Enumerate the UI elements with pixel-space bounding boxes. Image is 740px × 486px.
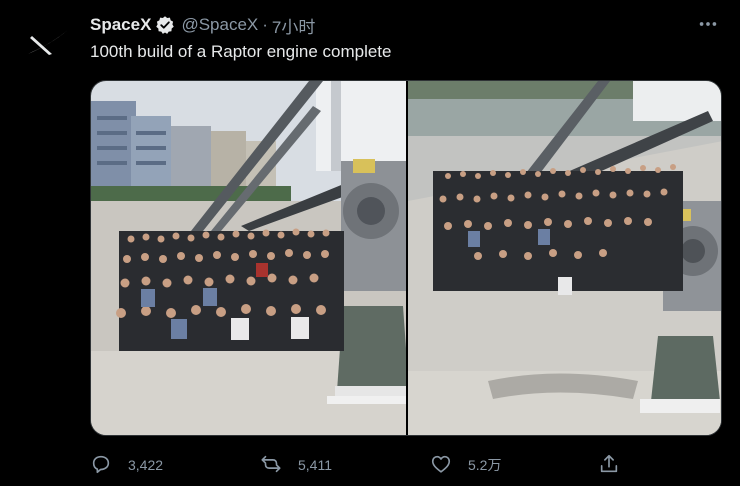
share-icon (598, 453, 620, 478)
account-name[interactable]: SpaceX (90, 15, 151, 35)
separator: · (262, 15, 268, 34)
team-photo-left[interactable] (91, 81, 406, 435)
account-handle[interactable]: @SpaceX (181, 15, 258, 35)
retweet-button[interactable]: 5,411 (260, 452, 332, 478)
tweet-actions: 3,422 5,411 5.2万 (90, 452, 720, 478)
retweet-count: 5,411 (298, 457, 332, 473)
spacex-logo-icon[interactable] (22, 22, 76, 62)
like-icon (430, 453, 452, 478)
more-options-icon[interactable] (696, 12, 720, 36)
tweet[interactable]: SpaceX @SpaceX · 7小时 100th build of a Ra… (0, 0, 740, 486)
team-photo-right[interactable] (408, 81, 721, 435)
share-button[interactable] (598, 452, 620, 478)
tweet-media (90, 80, 722, 436)
tweet-text: 100th build of a Raptor engine complete (90, 42, 392, 61)
verified-badge-icon (155, 15, 175, 35)
reply-button[interactable]: 3,422 (90, 452, 163, 478)
tweet-header: SpaceX @SpaceX · 7小时 (90, 13, 315, 38)
like-count: 5.2万 (468, 457, 502, 473)
timestamp[interactable]: 7小时 (272, 13, 315, 38)
retweet-icon (260, 453, 282, 478)
like-button[interactable]: 5.2万 (430, 452, 501, 478)
reply-count: 3,422 (128, 457, 164, 473)
reply-icon (90, 453, 112, 478)
